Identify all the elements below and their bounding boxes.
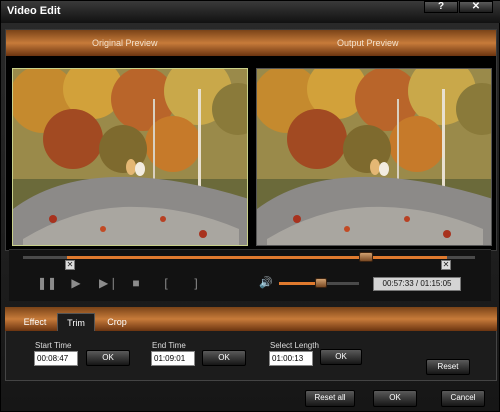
help-button[interactable]: ? xyxy=(424,1,458,13)
tab-trim[interactable]: Trim xyxy=(57,313,95,331)
select-length-input[interactable] xyxy=(269,351,313,366)
select-length-ok-button[interactable]: OK xyxy=(320,349,362,365)
close-button[interactable]: ✕ xyxy=(459,1,493,13)
mark-out-icon[interactable]: ] xyxy=(189,276,203,290)
start-time-ok-button[interactable]: OK xyxy=(86,350,130,366)
play-icon[interactable]: ▶ xyxy=(69,276,83,290)
output-preview-label: Output Preview xyxy=(337,38,399,48)
window-title: Video Edit xyxy=(7,5,61,17)
pause-icon[interactable]: ❚❚ xyxy=(37,276,57,290)
start-time-label: Start Time xyxy=(35,341,72,350)
select-length-label: Select Length xyxy=(270,341,319,350)
output-preview-video[interactable] xyxy=(256,68,492,246)
preview-panel: Original Preview Output Preview xyxy=(5,29,497,251)
edit-tab-strip: Effect Trim Crop xyxy=(5,307,497,331)
trim-range xyxy=(67,256,447,259)
volume-thumb[interactable] xyxy=(315,278,327,288)
original-scene-image xyxy=(13,69,247,245)
volume-icon[interactable]: 🔊 xyxy=(259,277,273,289)
reset-all-button[interactable]: Reset all xyxy=(305,390,355,407)
trim-start-marker[interactable]: ✕ xyxy=(65,260,75,270)
end-time-ok-button[interactable]: OK xyxy=(202,350,246,366)
cancel-button[interactable]: Cancel xyxy=(441,390,485,407)
time-display: 00:57:33 / 01:15:05 xyxy=(373,277,461,291)
original-preview-label: Original Preview xyxy=(92,38,158,48)
mark-in-icon[interactable]: [ xyxy=(159,276,173,290)
timeline-panel: ✕ ✕ ❚❚ ▶ ▶❘ ■ [ ] 🔊 00:57:33 / 01:15:05 xyxy=(9,249,491,301)
trim-end-marker[interactable]: ✕ xyxy=(441,260,451,270)
title-bar: Video Edit ? ✕ xyxy=(1,1,500,23)
ok-button[interactable]: OK xyxy=(373,390,417,407)
next-frame-icon[interactable]: ▶❘ xyxy=(99,276,118,290)
trim-panel: Start Time OK End Time OK Select Length … xyxy=(5,331,497,381)
video-edit-window: Video Edit ? ✕ Original Preview Output P… xyxy=(0,0,500,412)
reset-button[interactable]: Reset xyxy=(426,359,470,375)
preview-header: Original Preview Output Preview xyxy=(6,30,496,56)
end-time-input[interactable] xyxy=(151,351,195,366)
original-preview-video[interactable] xyxy=(12,68,248,246)
stop-icon[interactable]: ■ xyxy=(129,276,143,290)
tab-effect[interactable]: Effect xyxy=(17,313,53,331)
tab-crop[interactable]: Crop xyxy=(101,313,133,331)
start-time-input[interactable] xyxy=(34,351,78,366)
seek-thumb[interactable] xyxy=(359,252,373,262)
end-time-label: End Time xyxy=(152,341,186,350)
output-scene-image xyxy=(257,69,491,245)
